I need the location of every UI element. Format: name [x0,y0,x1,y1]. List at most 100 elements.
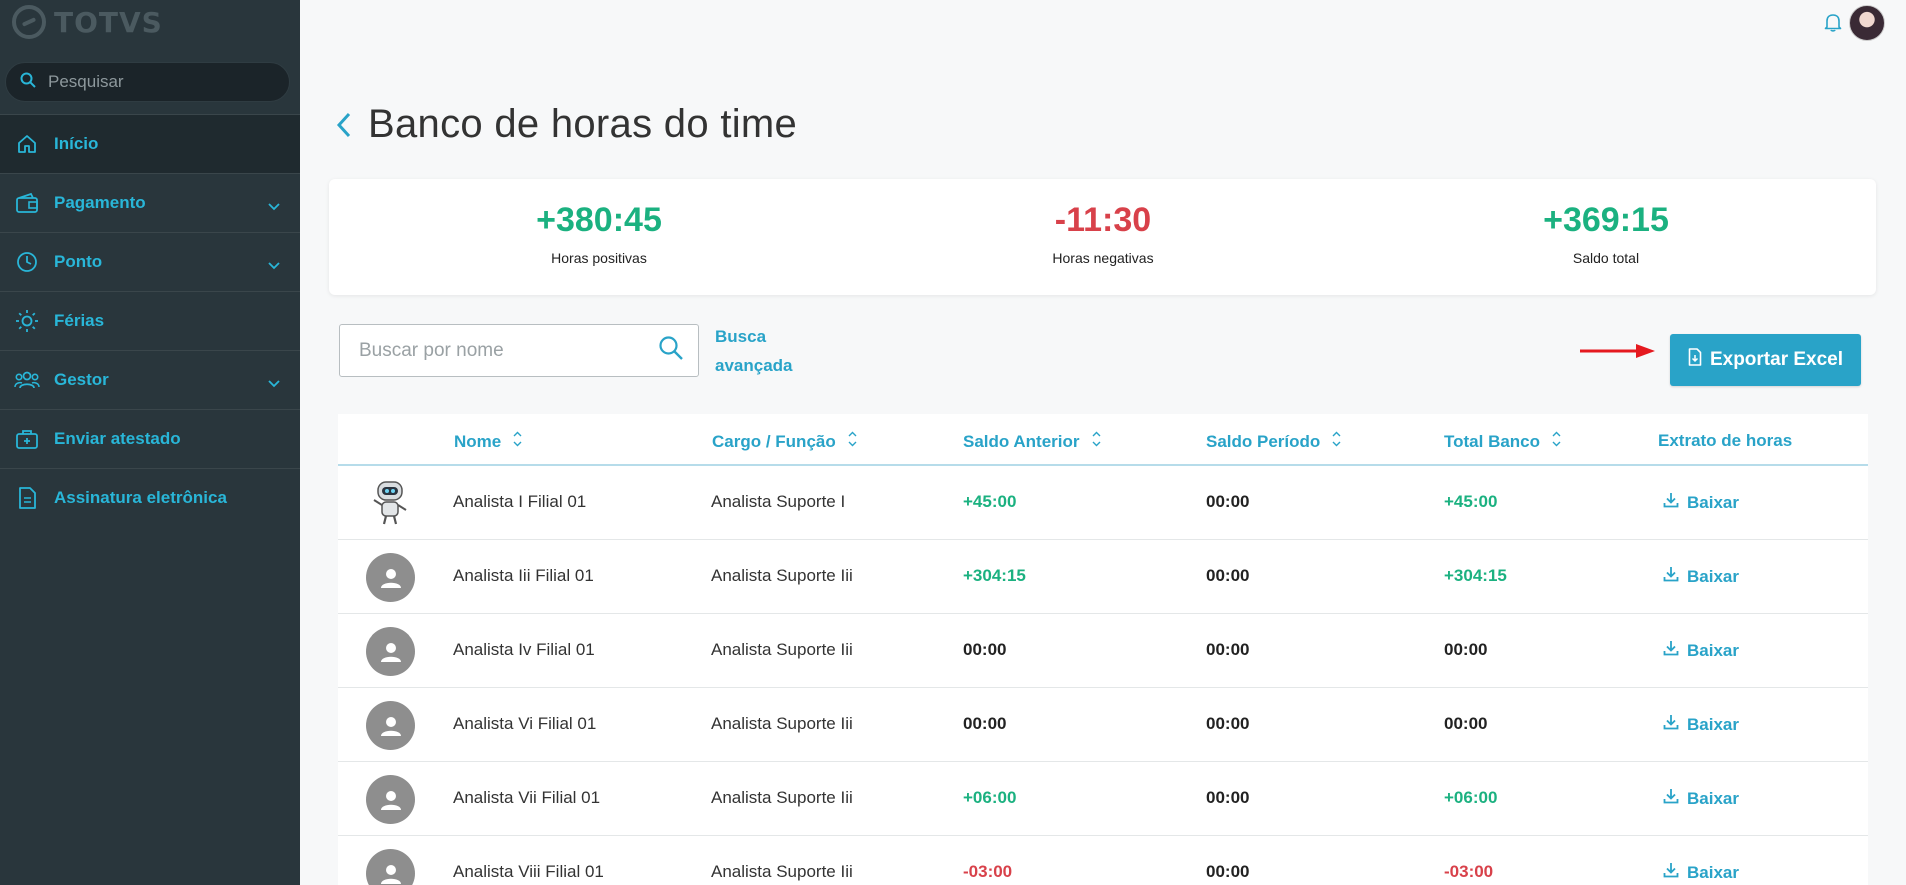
download-icon [1663,788,1679,809]
sun-icon [14,308,40,334]
download-statement-link[interactable]: Baixar [1663,862,1739,883]
download-statement-link[interactable]: Baixar [1663,714,1739,735]
table-row: Analista Iv Filial 01 Analista Suporte I… [338,614,1868,688]
total-bank: +304:15 [1444,566,1507,585]
sidebar-item-enviar-atestado[interactable]: Enviar atestado [0,409,300,468]
export-excel-button[interactable]: Exportar Excel [1670,334,1861,386]
sidebar-item-gestor[interactable]: Gestor [0,350,300,409]
download-label: Baixar [1687,862,1739,882]
period-balance: 00:00 [1206,714,1250,733]
previous-balance: +06:00 [963,788,1017,807]
download-icon [1663,640,1679,661]
sidebar-item-label: Início [54,134,99,153]
download-label: Baixar [1687,714,1739,734]
employee-role: Analista Suporte I [711,492,846,511]
column-header-saldo-anterior[interactable]: Saldo Anterior [963,431,1101,452]
logo-text: TOTVS [54,5,163,39]
period-balance: 00:00 [1206,640,1250,659]
sort-icon [1092,431,1101,452]
employee-role: Analista Suporte Iii [711,640,853,659]
previous-balance: +304:15 [963,566,1026,585]
download-label: Baixar [1687,640,1739,660]
column-header-label: Cargo / Função [712,431,836,451]
sort-icon [848,431,857,452]
total-balance-label: Saldo total [1572,250,1640,266]
employee-name: Analista Vii Filial 01 [453,788,601,807]
sidebar-item-label: Gestor [54,370,109,389]
negative-hours-summary: -11:30 Horas negativas [953,201,1253,266]
sidebar-search [5,62,290,102]
table-row: Analista Iii Filial 01 Analista Suporte … [338,540,1868,614]
negative-hours-value: -11:30 [1054,201,1152,239]
wallet-icon [14,190,40,216]
employee-role: Analista Suporte Iii [711,566,853,585]
sidebar-item-assinatura-eletronica[interactable]: Assinatura eletrônica [0,468,300,527]
download-statement-link[interactable]: Baixar [1663,788,1739,809]
download-label: Baixar [1687,492,1739,512]
column-header-nome[interactable]: Nome [454,431,522,452]
column-header-label: Saldo Período [1206,431,1321,451]
user-avatar-icon [366,701,415,750]
download-statement-link[interactable]: Baixar [1663,492,1739,513]
table-row: Analista Vii Filial 01 Analista Suporte … [338,762,1868,836]
sidebar-item-label: Férias [54,311,105,330]
employee-name: Analista I Filial 01 [453,492,587,511]
team-hours-table: Nome Cargo / Função Saldo Anterior Saldo… [338,414,1868,885]
document-icon [14,485,40,511]
previous-balance: 00:00 [963,640,1007,659]
sidebar-item-pagamento[interactable]: Pagamento [0,173,300,232]
name-search-input[interactable] [359,339,658,362]
sidebar-search-input[interactable] [48,72,268,92]
employee-role: Analista Suporte Iii [711,788,853,807]
positive-hours-summary: +380:45 Horas positivas [449,201,749,266]
search-icon[interactable] [658,335,684,366]
total-bank: +45:00 [1444,492,1498,511]
column-header-cargo-funcao[interactable]: Cargo / Função [712,431,857,452]
export-excel-label: Exportar Excel [1709,349,1844,370]
user-avatar-icon [366,775,415,824]
sidebar-item-ferias[interactable]: Férias [0,291,300,350]
red-arrow-annotation [1580,343,1656,364]
total-balance-value: +369:15 [1543,201,1669,239]
page-title: Banco de horas do time [368,102,798,146]
sidebar-item-inicio[interactable]: Início [0,114,300,173]
download-icon [1663,714,1679,735]
total-balance-summary: +369:15 Saldo total [1456,201,1756,266]
advanced-search-line-2: avançada [715,356,793,375]
download-icon [1663,492,1679,513]
download-label: Baixar [1687,566,1739,586]
column-header-label: Nome [454,431,502,451]
download-statement-link[interactable]: Baixar [1663,640,1739,661]
user-avatar-icon [366,553,415,602]
sidebar: TOTVS Início Pagamento Ponto [0,0,300,885]
total-bank: 00:00 [1444,640,1488,659]
table-header: Nome Cargo / Função Saldo Anterior Saldo… [338,414,1868,466]
robot-avatar [368,476,412,528]
download-statement-link[interactable]: Baixar [1663,566,1739,587]
employee-name: Analista Iv Filial 01 [453,640,595,659]
user-avatar-icon [366,849,415,885]
sidebar-item-label: Ponto [54,252,103,271]
advanced-search-link[interactable]: Busca avançada [715,322,805,380]
back-arrow-icon[interactable] [336,112,352,143]
chevron-down-icon [268,255,280,275]
employee-name: Analista Vi Filial 01 [453,714,597,733]
download-icon [1663,566,1679,587]
sidebar-item-ponto[interactable]: Ponto [0,232,300,291]
sidebar-nav: Início Pagamento Ponto Férias Gestor Env… [0,114,300,527]
employee-name: Analista Viii Filial 01 [453,862,604,881]
column-header-extrato-de-horas: Extrato de horas [1658,431,1792,451]
notification-bell-icon[interactable] [1824,12,1842,37]
total-bank: 00:00 [1444,714,1488,733]
user-avatar[interactable] [1849,5,1885,41]
totvs-logo-mark [12,5,46,39]
column-header-label: Extrato de horas [1658,431,1793,450]
positive-hours-value: +380:45 [536,201,662,239]
column-header-label: Total Banco [1444,431,1541,451]
previous-balance: 00:00 [963,714,1007,733]
column-header-total-banco[interactable]: Total Banco [1444,431,1561,452]
totvs-logo[interactable]: TOTVS [12,4,163,40]
column-header-saldo-periodo[interactable]: Saldo Período [1206,431,1341,452]
sort-icon [1332,431,1341,452]
sidebar-item-label: Pagamento [54,193,146,212]
